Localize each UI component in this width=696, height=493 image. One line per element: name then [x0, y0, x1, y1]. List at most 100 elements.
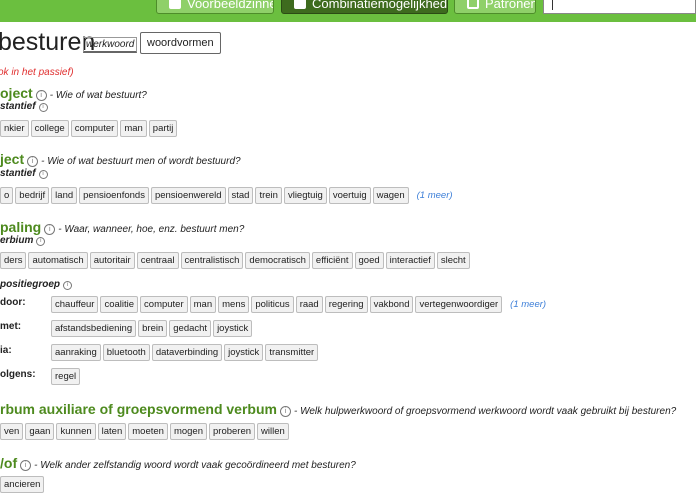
collocation-chip[interactable]: o	[0, 187, 14, 204]
collocation-chip[interactable]: college	[30, 120, 69, 137]
chip-list-aux: ven gaan kunnen laten moeten mogen proberen wil…	[0, 421, 291, 440]
subsection-label: stantief i	[0, 101, 51, 112]
tab-combinations[interactable]: Combinatiemogelijkheden	[281, 0, 448, 14]
prep-label-door: door:	[0, 297, 26, 308]
tab-label: Voorbeeldzinnen	[187, 0, 273, 11]
collocation-chip[interactable]: vertegenwoordiger	[415, 296, 503, 313]
search-input[interactable]	[543, 0, 696, 14]
collocation-chip[interactable]: wagen	[372, 187, 409, 204]
more-link[interactable]: (1 meer)	[417, 190, 453, 201]
collocation-chip[interactable]: gedacht	[169, 320, 212, 337]
collocation-chip[interactable]: voertuig	[328, 187, 371, 204]
info-icon[interactable]: i	[44, 224, 56, 235]
wordtype-badge[interactable]: werkwoord	[83, 37, 138, 53]
info-icon[interactable]: i	[38, 103, 48, 112]
collocation-chip[interactable]: mens	[218, 296, 250, 313]
chip-list-adverb: ders automatisch autoritair centraal central…	[0, 250, 472, 269]
subsection-text: erbium	[0, 235, 34, 246]
collocation-chip[interactable]: aanraking	[51, 344, 101, 361]
prep-label-volgens: olgens:	[0, 369, 36, 380]
collocation-chip[interactable]: man	[189, 296, 217, 313]
chip-list-volgens: regel	[51, 366, 82, 385]
subsection-text: positiegroep	[0, 279, 61, 290]
collocation-chip[interactable]: partij	[148, 120, 178, 137]
collocation-chip[interactable]: coalitie	[100, 296, 139, 313]
collocation-chip[interactable]: bluetooth	[102, 344, 150, 361]
section-title: paling	[0, 219, 42, 235]
collocation-chip[interactable]: autoritair	[89, 252, 135, 269]
collocation-chip[interactable]: afstandsbediening	[51, 320, 137, 337]
collocation-chip[interactable]: mogen	[169, 423, 207, 440]
collocation-chip[interactable]: regering	[324, 296, 368, 313]
section-title: ject	[0, 151, 25, 167]
collocation-chip[interactable]: interactief	[385, 252, 435, 269]
collocation-chip[interactable]: brein	[138, 320, 168, 337]
subsection-text: stantief	[0, 168, 36, 179]
tab-patterns[interactable]: Patronen	[454, 0, 536, 14]
section-title: /of	[0, 455, 18, 471]
info-icon[interactable]: i	[279, 406, 291, 417]
collocation-chip[interactable]: dataverbinding	[151, 344, 223, 361]
collocation-chip[interactable]: moeten	[128, 423, 168, 440]
collocation-chip[interactable]: joystick	[224, 344, 264, 361]
chip-list-object: o bedrijf land pensioenfonds pensioenwereld s…	[0, 185, 453, 204]
collocation-chip[interactable]: willen	[257, 423, 289, 440]
section-question: - Wie of wat bestuurt?	[49, 90, 147, 101]
chip-list-subject: nkier college computer man partij	[0, 118, 179, 137]
info-icon[interactable]: i	[36, 237, 46, 246]
word-forms-button[interactable]: woordvormen	[140, 32, 221, 54]
tab-example-sentences[interactable]: Voorbeeldzinnen	[156, 0, 274, 14]
section-coordination: /of i - Welk ander zelfstandig woord wordt…	[0, 455, 356, 473]
collocation-chip[interactable]: trein	[255, 187, 282, 204]
info-icon[interactable]: i	[20, 460, 32, 471]
chip-list-via: aanraking bluetooth dataverbinding joystick…	[51, 342, 320, 361]
collocation-chip[interactable]: computer	[140, 296, 188, 313]
section-question: - Welk hulpwerkwoord of groepsvormend we…	[293, 406, 677, 417]
collocation-chip[interactable]: automatisch	[28, 252, 88, 269]
collocation-chip[interactable]: centralistisch	[180, 252, 244, 269]
collocation-chip[interactable]: proberen	[209, 423, 256, 440]
collocation-chip[interactable]: bedrijf	[15, 187, 50, 204]
collocation-chip[interactable]: vakbond	[369, 296, 414, 313]
collocation-chip[interactable]: computer	[70, 120, 119, 137]
collocation-chip[interactable]: chauffeur	[51, 296, 99, 313]
collocation-chip[interactable]: ven	[0, 423, 24, 440]
collocation-chip[interactable]: politicus	[251, 296, 294, 313]
subsection-text: stantief	[0, 101, 36, 112]
collocation-chip[interactable]: raad	[295, 296, 323, 313]
tab-label: Combinatiemogelijkheden	[312, 0, 448, 11]
pattern-icon	[467, 0, 479, 9]
collocation-chip[interactable]: pensioenfonds	[79, 187, 149, 204]
collocation-chip[interactable]: centraal	[136, 252, 179, 269]
info-icon[interactable]: i	[27, 156, 39, 167]
collocation-chip[interactable]: goed	[354, 252, 384, 269]
collocation-chip[interactable]: nkier	[0, 120, 29, 137]
subsection-label: stantief i	[0, 168, 51, 179]
section-question: - Waar, wanneer, hoe, enz. bestuurt men?	[58, 224, 245, 235]
subsection-label: positiegroep i	[0, 279, 75, 290]
collocation-chip[interactable]: stad	[227, 187, 254, 204]
grid-icon	[294, 0, 306, 9]
collocation-chip[interactable]: gaan	[25, 423, 55, 440]
collocation-chip[interactable]: slecht	[436, 252, 470, 269]
collocation-chip[interactable]: ancieren	[0, 476, 45, 493]
info-icon[interactable]: i	[38, 170, 48, 179]
collocation-chip[interactable]: transmitter	[265, 344, 319, 361]
collocation-chip[interactable]: kunnen	[56, 423, 96, 440]
prep-label-via: ia:	[0, 345, 12, 356]
collocation-chip[interactable]: joystick	[213, 320, 253, 337]
collocation-chip[interactable]: land	[51, 187, 78, 204]
collocation-chip[interactable]: pensioenwereld	[150, 187, 226, 204]
subsection-label: erbium i	[0, 235, 48, 246]
collocation-chip[interactable]: man	[120, 120, 147, 137]
collocation-chip[interactable]: democratisch	[245, 252, 310, 269]
collocation-chip[interactable]: vliegtuig	[283, 187, 327, 204]
collocation-chip[interactable]: ders	[0, 252, 27, 269]
info-icon[interactable]: i	[63, 281, 73, 290]
more-link[interactable]: (1 meer)	[510, 299, 546, 310]
collocation-chip[interactable]: regel	[51, 368, 81, 385]
collocation-chip[interactable]: laten	[97, 423, 127, 440]
info-icon[interactable]: i	[35, 90, 47, 101]
page-title: besturen	[0, 28, 96, 56]
collocation-chip[interactable]: efficiënt	[311, 252, 353, 269]
